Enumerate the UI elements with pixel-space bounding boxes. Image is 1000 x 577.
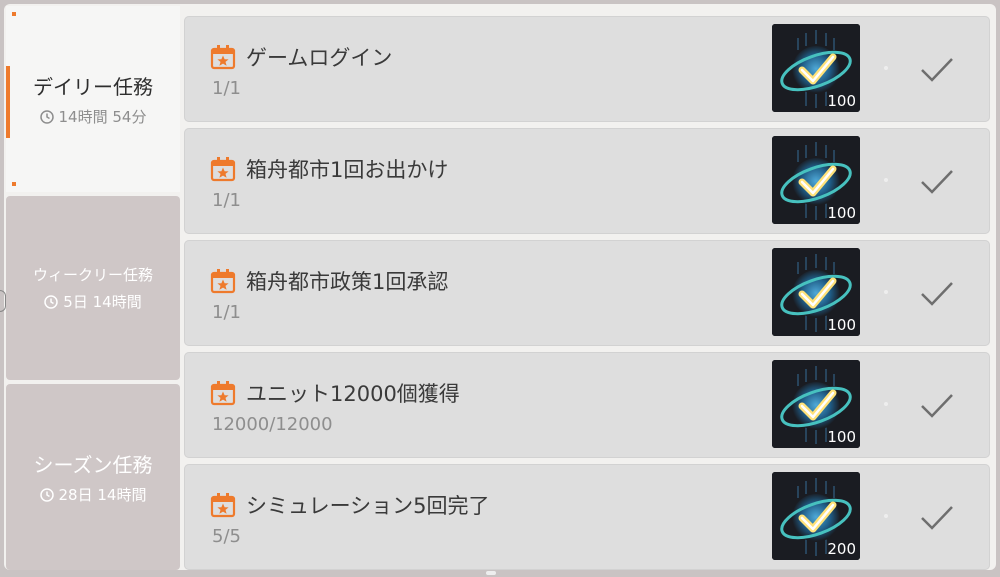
reward-amount: 100: [827, 204, 856, 222]
quest-progress: 1/1: [212, 78, 241, 99]
calendar-star-icon: [210, 269, 236, 294]
calendar-star-icon: [210, 493, 236, 518]
divider-dot: [884, 178, 888, 182]
reward-item[interactable]: 100: [772, 24, 860, 112]
tab-title: デイリー任務: [33, 75, 153, 99]
quest-title: 箱舟都市政策1回承認: [246, 270, 449, 294]
clock-icon: [39, 109, 54, 124]
check-icon[interactable]: [920, 280, 954, 308]
quest-row[interactable]: ゲームログイン 1/1 100: [184, 16, 990, 122]
reward-item[interactable]: 200: [772, 472, 860, 560]
quest-title: ユニット12000個獲得: [246, 382, 460, 406]
active-tab-indicator: [6, 66, 10, 138]
bottom-handle: [486, 571, 496, 575]
tab-daily[interactable]: デイリー任務 14時間 54分: [6, 6, 180, 192]
tab-timer: 14時間 54分: [39, 106, 147, 127]
quest-row[interactable]: 箱舟都市政策1回承認 1/1 100: [184, 240, 990, 346]
quest-title: シミュレーション5回完了: [246, 494, 490, 518]
check-icon[interactable]: [920, 168, 954, 196]
quest-progress: 1/1: [212, 190, 241, 211]
reward-item[interactable]: 100: [772, 136, 860, 224]
tab-weekly[interactable]: ウィークリー任務 5日 14時間: [6, 196, 180, 380]
reward-item[interactable]: 100: [772, 248, 860, 336]
quest-row[interactable]: 箱舟都市1回お出かけ 1/1 100: [184, 128, 990, 234]
corner-marker: [12, 182, 16, 186]
tab-timer: 5日 14時間: [44, 291, 142, 312]
calendar-star-icon: [210, 45, 236, 70]
quest-title: 箱舟都市1回お出かけ: [246, 158, 449, 182]
tab-timer: 28日 14時間: [39, 484, 147, 505]
quest-title: ゲームログイン: [246, 46, 393, 70]
tab-timer-text: 14時間 54分: [58, 108, 147, 126]
divider-dot: [884, 290, 888, 294]
divider-dot: [884, 402, 888, 406]
quest-progress: 1/1: [212, 302, 241, 323]
divider-dot: [884, 66, 888, 70]
clock-icon: [44, 294, 59, 309]
quest-row[interactable]: シミュレーション5回完了 5/5 200: [184, 464, 990, 570]
clock-icon: [39, 487, 54, 502]
tab-timer-text: 28日 14時間: [58, 486, 147, 504]
calendar-star-icon: [210, 157, 236, 182]
quest-progress: 12000/12000: [212, 414, 333, 435]
divider-dot: [884, 514, 888, 518]
tab-title: シーズン任務: [33, 453, 153, 477]
corner-marker: [12, 12, 16, 16]
quest-progress: 5/5: [212, 526, 241, 547]
check-icon[interactable]: [920, 56, 954, 84]
calendar-star-icon: [210, 381, 236, 406]
tab-season[interactable]: シーズン任務 28日 14時間: [6, 384, 180, 570]
reward-amount: 200: [827, 540, 856, 558]
tab-title: ウィークリー任務: [32, 266, 153, 284]
check-icon[interactable]: [920, 392, 954, 420]
reward-amount: 100: [827, 316, 856, 334]
reward-item[interactable]: 100: [772, 360, 860, 448]
check-icon[interactable]: [920, 504, 954, 532]
reward-amount: 100: [827, 428, 856, 446]
quest-row[interactable]: ユニット12000個獲得 12000/12000 100: [184, 352, 990, 458]
tab-timer-text: 5日 14時間: [63, 293, 142, 311]
reward-amount: 100: [827, 92, 856, 110]
